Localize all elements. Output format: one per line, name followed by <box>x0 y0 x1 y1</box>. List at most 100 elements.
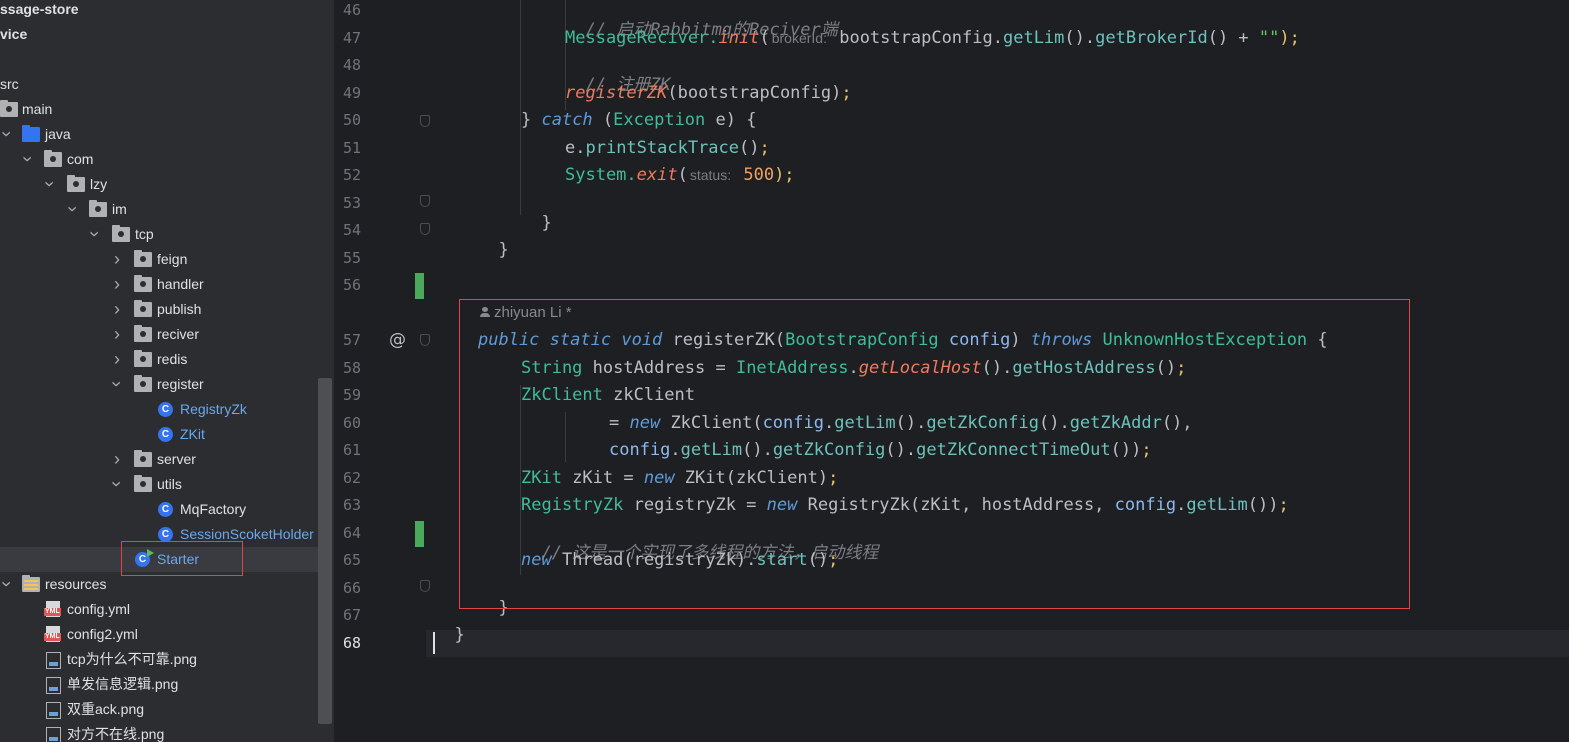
tree-item-label: utils <box>157 476 182 492</box>
yml-file-icon <box>44 626 61 642</box>
code-token: System. <box>565 165 637 185</box>
chevron-down-icon[interactable] <box>0 572 14 597</box>
chevron-right-icon[interactable] <box>110 297 124 322</box>
line-number: 48 <box>342 56 361 74</box>
tree-item-label: 双重ack.png <box>67 701 145 717</box>
tree-item-register[interactable]: register <box>0 372 333 397</box>
chevron-down-icon[interactable] <box>0 122 14 147</box>
annotation-marker-icon[interactable]: @ <box>389 330 406 350</box>
parameter-hint: status: <box>689 167 732 183</box>
tree-item-label: feign <box>157 251 188 267</box>
tree-item-label: reciver <box>157 326 200 342</box>
tree-item-reciver[interactable]: reciver <box>0 322 333 347</box>
vcs-change-marker[interactable] <box>415 521 424 547</box>
package-icon <box>134 275 152 292</box>
tree-item-com[interactable]: com <box>0 147 333 172</box>
code-token: () <box>739 138 760 158</box>
fold-icon[interactable] <box>420 115 430 127</box>
tree-item-label: tcp <box>135 226 154 242</box>
code-token: ( <box>759 28 770 48</box>
tree-item-zkit[interactable]: C ZKit <box>0 422 333 447</box>
tree-item-label: com <box>67 151 94 167</box>
chevron-right-icon[interactable] <box>110 347 124 372</box>
line-number: 65 <box>342 551 361 569</box>
tree-item-config2-yml[interactable]: config2.yml <box>0 622 333 647</box>
chevron-right-icon[interactable] <box>110 247 124 272</box>
tree-item-image-file[interactable]: 单发信息逻辑.png <box>0 672 333 697</box>
chevron-down-icon[interactable] <box>43 172 57 197</box>
current-line-highlight <box>426 630 1569 657</box>
fold-icon[interactable] <box>420 580 430 592</box>
tree-item-server[interactable]: server <box>0 447 333 472</box>
tree-item-image-file[interactable]: 对方不在线.png <box>0 722 333 742</box>
code-line-67[interactable]: } <box>434 605 464 645</box>
code-line-49[interactable]: registerZK(bootstrapConfig); <box>565 83 852 110</box>
chevron-down-icon[interactable] <box>110 372 124 397</box>
code-token: MessageReciver. <box>565 28 719 48</box>
chevron-down-icon[interactable] <box>88 222 102 247</box>
tree-item-image-file[interactable]: tcp为什么不可靠.png <box>0 647 333 672</box>
tree-item-handler[interactable]: handler <box>0 272 333 297</box>
chevron-right-icon[interactable] <box>110 447 124 472</box>
tree-scrollbar[interactable] <box>318 378 332 724</box>
code-line-52[interactable]: System.exit(status: 500); <box>565 165 795 192</box>
tree-item-label: ssage-store <box>0 1 79 17</box>
chevron-down-icon[interactable] <box>21 147 35 172</box>
tree-item-src[interactable]: src <box>0 72 333 97</box>
fold-icon[interactable] <box>420 334 430 346</box>
yml-file-icon <box>44 601 61 617</box>
code-line-47[interactable]: MessageReciver.init(brokerId: bootstrapC… <box>565 28 1300 55</box>
line-number: 53 <box>342 194 361 212</box>
package-icon <box>134 475 152 492</box>
package-icon <box>134 250 152 267</box>
code-token: ; <box>759 138 770 158</box>
tree-item-redis[interactable]: redis <box>0 347 333 372</box>
tree-item-im[interactable]: im <box>0 197 333 222</box>
package-icon <box>112 225 130 242</box>
line-number: 66 <box>342 579 361 597</box>
line-number: 57 <box>342 331 361 349</box>
vcs-change-marker[interactable] <box>415 273 424 299</box>
code-token: Exception <box>613 110 706 130</box>
line-number: 58 <box>342 359 361 377</box>
tree-item-feign[interactable]: feign <box>0 247 333 272</box>
code-token: printStackTrace <box>585 138 740 158</box>
tree-item-lzy[interactable]: lzy <box>0 172 333 197</box>
tree-item-module[interactable]: ssage-store <box>0 0 333 22</box>
code-token: (). <box>1064 28 1096 48</box>
code-line-48[interactable]: // 注册ZK <box>565 55 670 95</box>
fold-icon[interactable] <box>420 195 430 207</box>
resources-folder-icon <box>22 575 40 592</box>
tree-item-label: MqFactory <box>180 501 247 517</box>
tree-item-main[interactable]: main <box>0 97 333 122</box>
code-line-54[interactable]: } <box>478 220 508 260</box>
class-icon: C <box>158 427 173 442</box>
tree-item-publish[interactable]: publish <box>0 297 333 322</box>
tree-item-config-yml[interactable]: config.yml <box>0 597 333 622</box>
chevron-right-icon[interactable] <box>110 272 124 297</box>
source-folder-icon <box>22 125 40 142</box>
tree-item-java[interactable]: java <box>0 122 333 147</box>
line-number: 56 <box>342 276 361 294</box>
tree-item-utils[interactable]: utils <box>0 472 333 497</box>
tree-item-mqfactory[interactable]: C MqFactory <box>0 497 333 522</box>
chevron-down-icon[interactable] <box>66 197 80 222</box>
code-line-50[interactable]: } catch (Exception e) { <box>521 110 756 137</box>
chevron-right-icon[interactable] <box>110 322 124 347</box>
tree-item-tcp[interactable]: tcp <box>0 222 333 247</box>
code-line-51[interactable]: e.printStackTrace(); <box>565 138 770 165</box>
tree-item-label: redis <box>157 351 188 367</box>
folder-icon <box>0 100 18 117</box>
tree-item-label: resources <box>45 576 107 592</box>
code-line-46[interactable]: // 启动Rabbitmq的Reciver端 <box>565 0 837 40</box>
tree-item-module[interactable]: vice <box>0 22 333 47</box>
line-number: 49 <box>342 84 361 102</box>
line-number: 67 <box>342 606 361 624</box>
tree-item-registryzk[interactable]: C RegistryZk <box>0 397 333 422</box>
code-token: } <box>498 240 509 260</box>
tree-item-label: config2.yml <box>67 626 138 642</box>
chevron-down-icon[interactable] <box>110 472 124 497</box>
code-line-53[interactable]: } <box>521 193 551 233</box>
fold-icon[interactable] <box>420 223 430 235</box>
tree-item-image-file[interactable]: 双重ack.png <box>0 697 333 722</box>
